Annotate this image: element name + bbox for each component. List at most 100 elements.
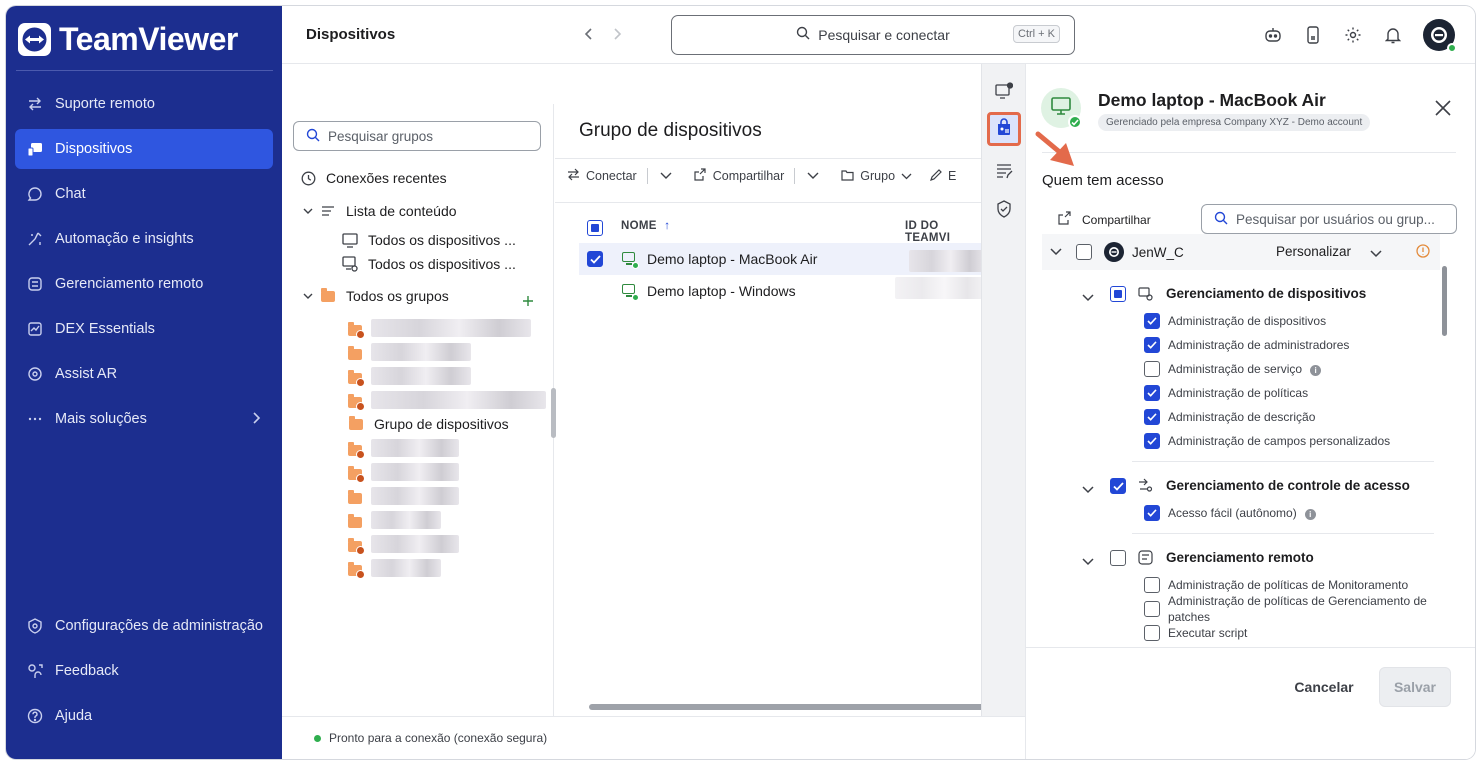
permission-label: Administração de políticas bbox=[1168, 386, 1309, 400]
chevron-down-icon[interactable] bbox=[300, 203, 316, 219]
horizontal-scrollbar[interactable] bbox=[589, 704, 985, 710]
sidebar-item-admin-settings[interactable]: Configurações de administração bbox=[15, 606, 273, 646]
table-row[interactable]: Demo laptop - MacBook Air bbox=[579, 243, 985, 275]
permission-checkbox[interactable] bbox=[1144, 313, 1160, 329]
role-select[interactable]: Personalizar bbox=[1276, 244, 1351, 259]
chevron-down-icon[interactable] bbox=[1050, 243, 1062, 261]
permission-checkbox[interactable] bbox=[1144, 577, 1160, 593]
info-icon[interactable]: i bbox=[1304, 509, 1316, 520]
access-tab[interactable] bbox=[987, 112, 1021, 146]
folder-outline-icon bbox=[841, 169, 854, 184]
global-search-input[interactable]: Pesquisar e conectar Ctrl + K bbox=[671, 15, 1075, 55]
avatar[interactable] bbox=[1423, 19, 1457, 53]
divider bbox=[1026, 647, 1475, 648]
sidebar-item-mais-solucoes[interactable]: Mais soluções bbox=[15, 399, 273, 439]
all-groups-item[interactable]: Todos os grupos bbox=[300, 287, 449, 304]
permission-checkbox[interactable] bbox=[1144, 409, 1160, 425]
gear-icon[interactable] bbox=[1343, 25, 1363, 45]
connect-button[interactable]: Conectar bbox=[567, 168, 637, 184]
sidebar-item-suporte-remoto[interactable]: Suporte remoto bbox=[15, 84, 273, 124]
sidebar-item-automacao[interactable]: Automação e insights bbox=[15, 219, 273, 259]
permission-checkbox[interactable] bbox=[1144, 625, 1160, 641]
all-devices-managed-item[interactable]: Todos os dispositivos ... bbox=[342, 256, 516, 272]
permission-checkbox[interactable] bbox=[1144, 337, 1160, 353]
section-checkbox-device-management[interactable] bbox=[1110, 286, 1126, 302]
forward-arrow-icon[interactable] bbox=[612, 26, 622, 47]
warning-info-icon[interactable] bbox=[1416, 244, 1430, 263]
teamviewer-logo[interactable]: TeamViewer bbox=[18, 21, 238, 58]
column-header-name[interactable]: NOME ↑ bbox=[621, 220, 670, 232]
app-window: TeamViewer Suporte remoto Dispositivos C… bbox=[6, 6, 1475, 759]
table-row[interactable]: Demo laptop - Windows bbox=[579, 275, 985, 307]
divider bbox=[1042, 152, 1456, 153]
chevron-down-icon[interactable] bbox=[1082, 553, 1094, 571]
back-arrow-icon[interactable] bbox=[584, 26, 594, 47]
section-checkbox-access-control[interactable] bbox=[1110, 478, 1126, 494]
device-name: Demo laptop - MacBook Air bbox=[647, 251, 818, 267]
sidebar-item-gerenciamento-remoto[interactable]: Gerenciamento remoto bbox=[15, 264, 273, 304]
chevron-down-icon[interactable] bbox=[300, 288, 316, 304]
info-icon[interactable]: i bbox=[1310, 365, 1322, 376]
computer-online-icon bbox=[621, 283, 639, 301]
user-search-input[interactable]: Pesquisar por usuários ou grup... bbox=[1201, 204, 1457, 234]
select-all-checkbox[interactable] bbox=[587, 220, 603, 236]
section-title: Gerenciamento remoto bbox=[1166, 550, 1314, 565]
chevron-down-icon[interactable] bbox=[1082, 289, 1094, 307]
edit-button[interactable]: E bbox=[930, 168, 956, 184]
bell-icon[interactable] bbox=[1383, 25, 1403, 45]
mobile-device-icon[interactable] bbox=[1303, 25, 1323, 45]
group-search-input[interactable]: Pesquisar grupos bbox=[293, 121, 541, 151]
chevron-down-icon[interactable] bbox=[1370, 245, 1382, 263]
permission-checkbox[interactable] bbox=[1144, 361, 1160, 377]
device-info-tab[interactable] bbox=[992, 81, 1016, 105]
redacted-group-name bbox=[371, 319, 531, 337]
permission-checkbox[interactable] bbox=[1144, 601, 1160, 617]
list-icon bbox=[320, 203, 336, 219]
panel-share-button[interactable]: Compartilhar bbox=[1058, 211, 1151, 228]
security-tab[interactable] bbox=[992, 199, 1016, 223]
sidebar-item-dex-essentials[interactable]: DEX Essentials bbox=[15, 309, 273, 349]
user-access-icon bbox=[996, 117, 1012, 141]
recent-connections-item[interactable]: Conexões recentes bbox=[300, 170, 447, 186]
brand-name: TeamViewer bbox=[59, 21, 238, 57]
column-header-id[interactable]: ID DO TEAMVI bbox=[905, 220, 985, 244]
redacted-group-name bbox=[371, 487, 459, 505]
sidebar-item-label: Automação e insights bbox=[55, 231, 194, 247]
sidebar-item-ajuda[interactable]: Ajuda bbox=[15, 696, 273, 736]
chevron-down-icon[interactable] bbox=[1082, 481, 1094, 499]
share-options-chevron-icon[interactable] bbox=[807, 169, 819, 183]
permission-checkbox[interactable] bbox=[1144, 433, 1160, 449]
close-icon[interactable] bbox=[1433, 98, 1453, 118]
user-checkbox[interactable] bbox=[1076, 244, 1092, 260]
content-list-item[interactable]: Lista de conteúdo bbox=[300, 203, 457, 219]
assistant-bot-icon[interactable] bbox=[1263, 25, 1283, 45]
user-avatar bbox=[1104, 242, 1124, 262]
notes-tab[interactable] bbox=[992, 161, 1016, 185]
section-checkbox-remote-management[interactable] bbox=[1110, 550, 1126, 566]
cancel-button[interactable]: Cancelar bbox=[1284, 668, 1364, 706]
arrows-swap-icon bbox=[567, 168, 580, 184]
row-checkbox[interactable] bbox=[587, 251, 603, 267]
sidebar-item-dispositivos[interactable]: Dispositivos bbox=[15, 129, 273, 169]
permission-checkbox[interactable] bbox=[1144, 385, 1160, 401]
permission-checkbox[interactable] bbox=[1144, 505, 1160, 521]
panel-scrollbar[interactable] bbox=[1442, 266, 1447, 336]
redacted-device-id bbox=[895, 277, 985, 299]
user-access-row[interactable]: JenW_C Personalizar bbox=[1042, 234, 1440, 270]
share-button[interactable]: Compartilhar bbox=[694, 168, 784, 184]
sidebar: TeamViewer Suporte remoto Dispositivos C… bbox=[6, 6, 282, 759]
divider bbox=[646, 168, 648, 184]
folder-shared-icon bbox=[348, 538, 365, 557]
connect-options-chevron-icon[interactable] bbox=[660, 169, 672, 183]
all-devices-item[interactable]: Todos os dispositivos ... bbox=[342, 232, 516, 248]
sidebar-item-feedback[interactable]: Feedback bbox=[15, 651, 273, 691]
group-button[interactable]: Grupo bbox=[841, 169, 912, 184]
permission-label-continued: patches bbox=[1168, 610, 1211, 624]
sidebar-item-assist-ar[interactable]: Assist AR bbox=[15, 354, 273, 394]
add-group-icon[interactable] bbox=[522, 294, 534, 312]
page-title: Dispositivos bbox=[306, 26, 396, 43]
device-group-item[interactable]: Grupo de dispositivos bbox=[348, 415, 509, 432]
redacted-group-name bbox=[371, 367, 471, 385]
save-button[interactable]: Salvar bbox=[1379, 667, 1451, 707]
sidebar-item-chat[interactable]: Chat bbox=[15, 174, 273, 214]
